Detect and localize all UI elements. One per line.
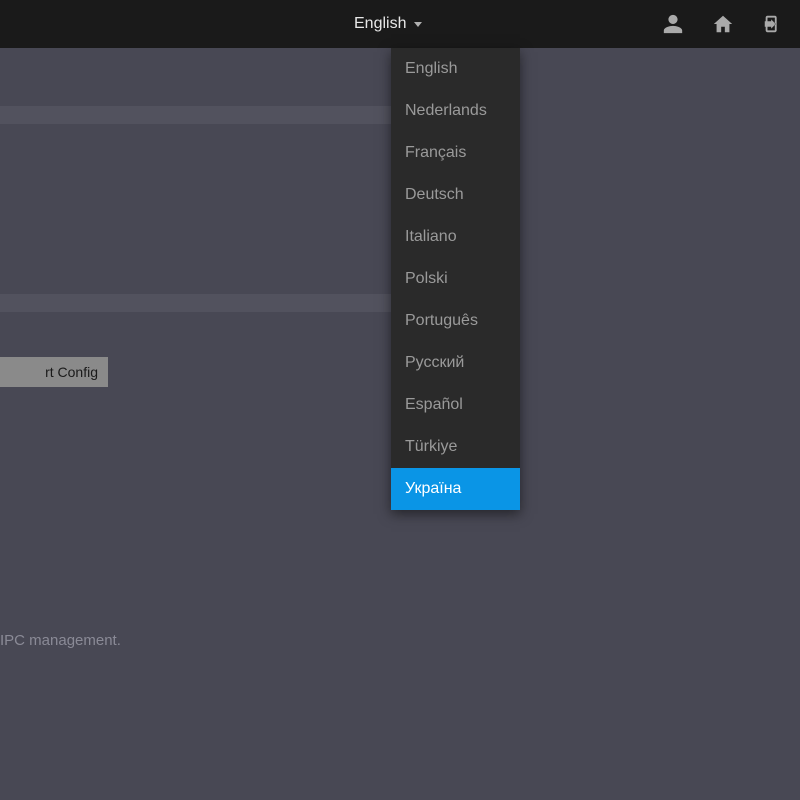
user-icon[interactable]: [662, 13, 684, 35]
language-option-deutsch[interactable]: Deutsch: [391, 174, 520, 216]
topbar-icons: [662, 13, 784, 35]
language-option-label: Italiano: [405, 228, 457, 245]
language-option-label: Deutsch: [405, 186, 464, 203]
language-option-francais[interactable]: Français: [391, 132, 520, 174]
footer-text: IPC management.: [0, 632, 121, 649]
export-config-button[interactable]: rt Config: [0, 357, 108, 387]
language-option-english[interactable]: English: [391, 48, 520, 90]
language-option-label: English: [405, 60, 457, 77]
export-config-label: rt Config: [45, 364, 98, 380]
language-option-label: Polski: [405, 270, 448, 287]
language-option-label: Français: [405, 144, 466, 161]
language-option-label: Türkiye: [405, 438, 457, 455]
language-option-polski[interactable]: Polski: [391, 258, 520, 300]
footer-text-label: IPC management.: [0, 632, 121, 649]
language-option-italiano[interactable]: Italiano: [391, 216, 520, 258]
topbar: English: [0, 0, 800, 48]
home-icon[interactable]: [712, 13, 734, 35]
language-option-turkiye[interactable]: Türkiye: [391, 426, 520, 468]
language-dropdown: English Nederlands Français Deutsch Ital…: [391, 48, 520, 510]
language-current-label: English: [354, 15, 406, 33]
language-option-label: Nederlands: [405, 102, 487, 119]
language-option-espanol[interactable]: Español: [391, 384, 520, 426]
language-option-russian[interactable]: Русский: [391, 342, 520, 384]
language-option-ukraine[interactable]: Україна: [391, 468, 520, 510]
language-option-label: Português: [405, 312, 478, 329]
language-option-label: Русский: [405, 354, 464, 371]
language-option-portugues[interactable]: Português: [391, 300, 520, 342]
panel-header-band: [0, 106, 393, 124]
panel-header-band: [0, 294, 393, 312]
logout-icon[interactable]: [762, 13, 784, 35]
language-option-label: Україна: [405, 480, 461, 497]
chevron-down-icon: [414, 22, 422, 27]
language-selector[interactable]: English: [354, 15, 422, 33]
language-option-nederlands[interactable]: Nederlands: [391, 90, 520, 132]
language-option-label: Español: [405, 396, 463, 413]
